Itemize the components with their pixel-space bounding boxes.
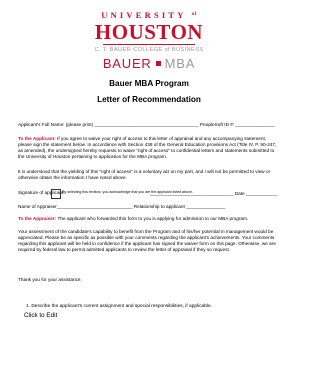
waiver-text: It is understood that the yielding of th… [18,169,271,180]
date-field[interactable]: ________________________________ Date __… [150,191,277,197]
logo-college-text: C. T. BAUER COLLEGE of BUSINESS [94,46,204,53]
document-title-program: Bauer MBA Program [109,79,189,88]
appraiser-heading: To the Appraiser: [18,216,57,221]
appraiser-intro: To the Appraiser: The applicant who forw… [18,216,280,222]
appraiser-instructions: Your assessment of the candidate's capab… [18,229,276,252]
click-to-edit-link[interactable]: Click to Edit [24,312,57,319]
document-title-letter: Letter of Recommendation [97,95,201,104]
logo-square-icon [155,60,161,66]
applicant-text: If you agree to waive your right of acce… [18,136,277,159]
signature-checkbox[interactable] [51,189,61,199]
question-1: 1. Describe the applicant's current assi… [26,304,212,309]
thanks-text: Thank you for your assistance. [18,277,82,282]
applicant-instructions: To the Applicant: If you agree to waive … [18,136,280,160]
university-logo: UNIVERSITY of HOUSTON C. T. BAUER COLLEG… [0,10,298,71]
logo-divider [103,44,195,45]
logo-houston-text: HOUSTON [94,20,204,44]
logo-bauer-mba: BAUER MBA [102,55,196,71]
applicant-name-field[interactable]: Applicant's Full Name: (please print) __… [18,122,275,128]
logo-university-text: UNIVERSITY of [101,10,197,20]
applicant-heading: To the Applicant: [18,136,56,141]
appraiser-intro-text: The applicant who forwarded this form to… [57,216,249,221]
appraiser-name-field[interactable]: Name of Appraiser_______________________… [18,204,225,210]
